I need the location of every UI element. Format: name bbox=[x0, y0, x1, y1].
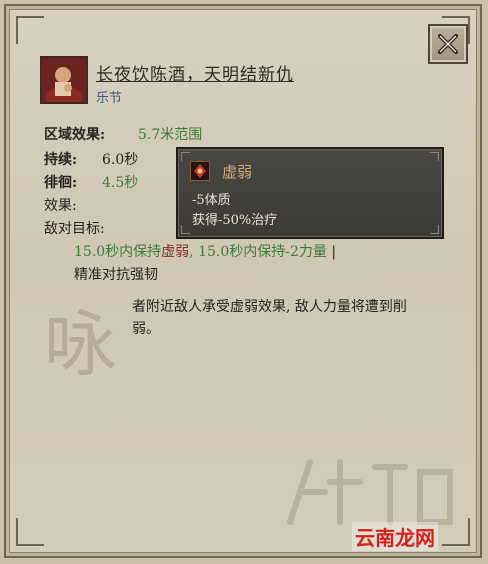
watermark-emblem-icon bbox=[287, 459, 453, 525]
weakened-icon bbox=[190, 161, 210, 181]
status-tooltip: 虚弱 -5体质 获得-50%治疗 bbox=[176, 147, 444, 239]
weakened-link[interactable]: 虚弱 bbox=[161, 244, 189, 260]
singer-portrait-icon bbox=[42, 58, 86, 102]
defense-line: 精准对抗强韧 bbox=[74, 267, 158, 283]
ability-description: 者附近敌人承受虚弱效果, 敌人力量将遭到削弱。 bbox=[132, 299, 407, 337]
site-watermark: 云南龙网 bbox=[352, 522, 438, 551]
effect-duration-text: 15.0秒内保持 bbox=[74, 244, 162, 260]
enemy-target-label: 敌对目标: bbox=[44, 221, 105, 237]
effect-strength-text: , 15.0秒内保持-2力量 bbox=[189, 244, 327, 260]
ability-portrait bbox=[40, 56, 88, 104]
effect-line: 15.0秒内保持虚弱, 15.0秒内保持-2力量 | bbox=[74, 241, 336, 261]
tooltip-line: -5体质 bbox=[192, 193, 231, 208]
corner-ornament bbox=[16, 518, 44, 546]
area-label: 区域效果: bbox=[44, 127, 106, 143]
area-value: 5.7米范围 bbox=[138, 127, 203, 143]
close-icon bbox=[438, 34, 458, 54]
close-button[interactable] bbox=[428, 24, 468, 64]
duration-label: 持续: bbox=[44, 152, 78, 168]
corner-ornament bbox=[16, 16, 44, 44]
ability-category[interactable]: 乐节 bbox=[96, 87, 122, 106]
effect-separator: | bbox=[331, 244, 337, 260]
linger-label: 徘徊: bbox=[44, 175, 78, 191]
effect-label: 效果: bbox=[44, 198, 77, 214]
duration-value: 6.0秒 bbox=[102, 152, 139, 168]
tooltip-line: 获得-50%治疗 bbox=[192, 213, 278, 228]
tooltip-title: 虚弱 bbox=[222, 163, 253, 181]
ability-title: 长夜饮陈酒，天明结新仇 bbox=[96, 65, 294, 85]
category-glyph: 咏 bbox=[44, 302, 117, 386]
linger-value: 4.5秒 bbox=[102, 175, 139, 191]
